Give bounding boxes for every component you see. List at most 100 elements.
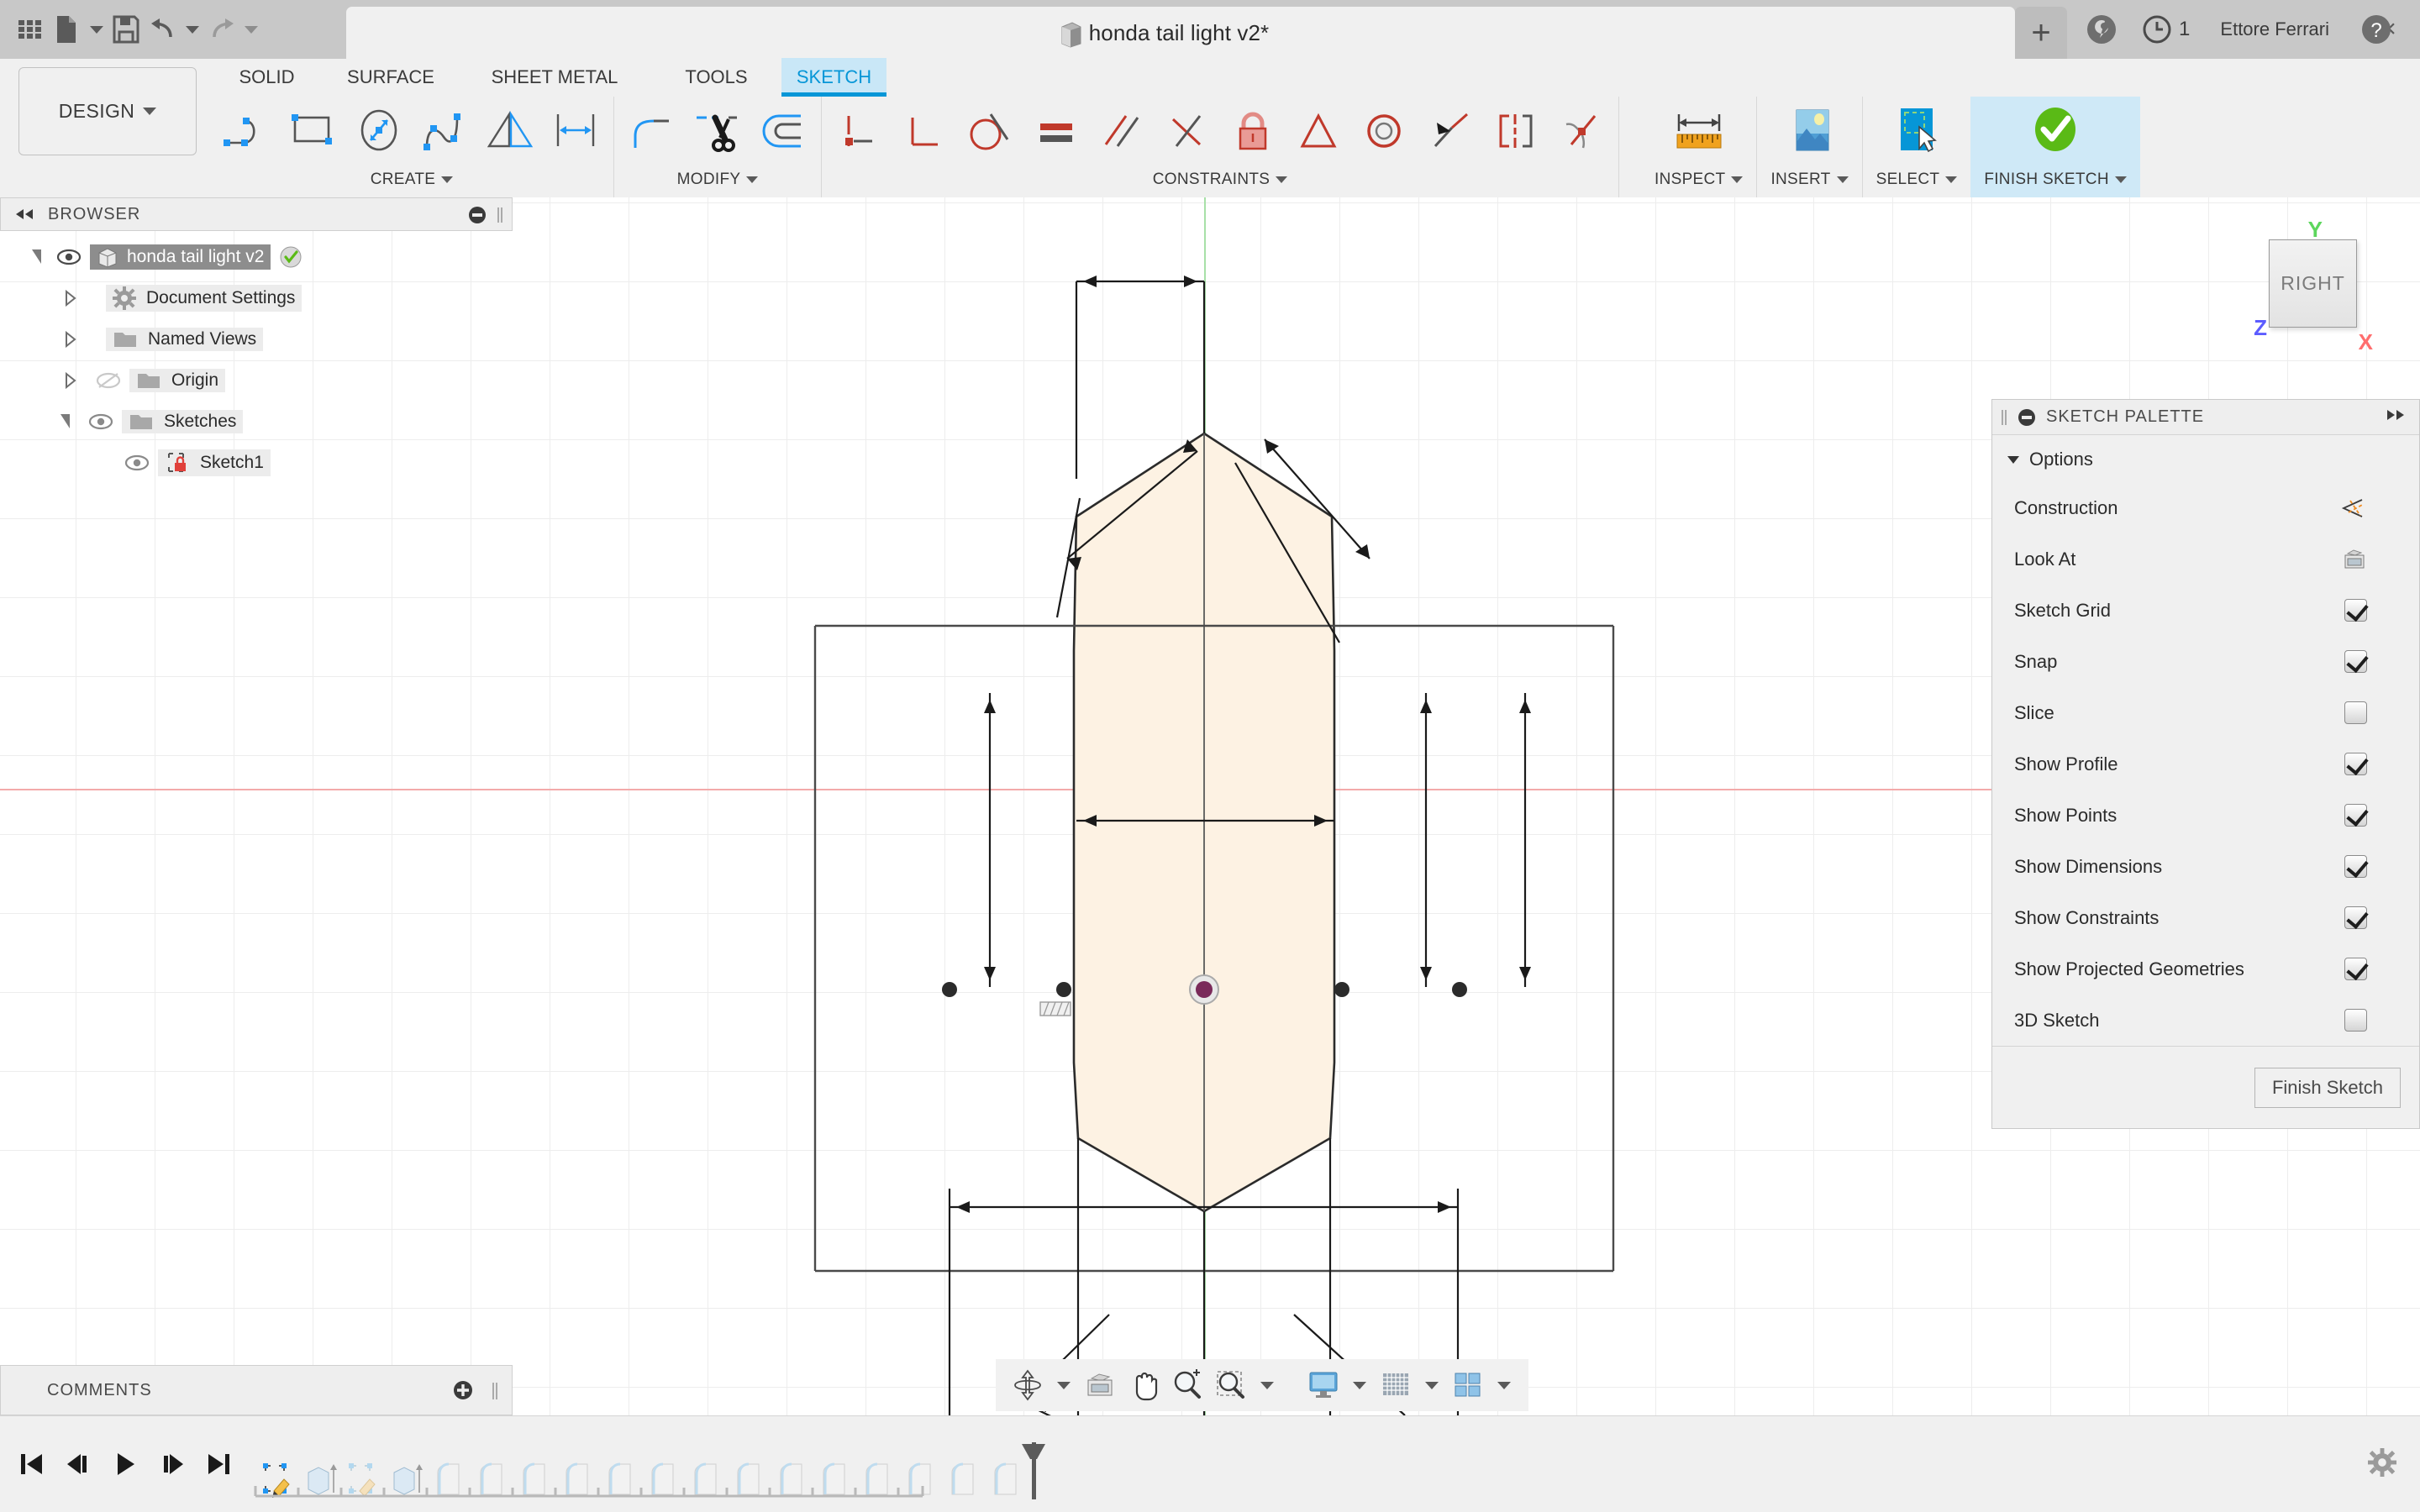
visibility-eye-icon[interactable] [56, 249, 82, 265]
timeline-item-feature[interactable] [813, 1446, 855, 1512]
timeline-item-feature[interactable] [770, 1446, 813, 1512]
panel-grip-icon[interactable] [492, 1381, 498, 1401]
concentric-icon[interactable] [1351, 97, 1417, 165]
option-show-profile[interactable]: Show Profile [1992, 738, 2419, 790]
circle-icon[interactable] [346, 97, 412, 165]
step-forward-icon[interactable] [150, 1435, 195, 1494]
expander-down-icon[interactable] [60, 414, 70, 428]
timeline-item-feature[interactable] [513, 1446, 555, 1512]
panel-constraints-label[interactable]: CONSTRAINTS [1153, 165, 1288, 194]
fix-constraint-icon[interactable] [827, 97, 892, 165]
tab-surface[interactable]: SURFACE [324, 66, 458, 97]
undo-icon[interactable] [145, 6, 182, 53]
new-tab-button[interactable]: + [2015, 7, 2067, 59]
tree-row-named-views[interactable]: Named Views [0, 318, 513, 360]
skip-start-icon[interactable] [8, 1435, 54, 1494]
perpendicular-icon[interactable] [892, 97, 958, 165]
finish-sketch-ribbon-button[interactable]: FINISH SKETCH [1970, 97, 2140, 197]
collinear-icon[interactable] [1417, 97, 1482, 165]
snap-checkbox[interactable] [2344, 650, 2367, 673]
undo-caret[interactable] [182, 6, 203, 53]
grid-snap-icon[interactable] [1374, 1359, 1418, 1411]
timeline-item-feature[interactable] [641, 1446, 684, 1512]
option-show-points[interactable]: Show Points [1992, 790, 2419, 841]
timeline-item-feature[interactable] [684, 1446, 727, 1512]
extensions-icon[interactable] [2073, 0, 2130, 59]
expand-right-icon[interactable] [2386, 409, 2407, 421]
panel-grip-icon[interactable] [2001, 408, 2007, 427]
redo-icon[interactable] [203, 6, 240, 53]
offset-icon[interactable] [750, 97, 816, 165]
option-construction[interactable]: Construction [1992, 482, 2419, 533]
curvature-icon[interactable] [1548, 97, 1613, 165]
show-profile-checkbox[interactable] [2344, 753, 2367, 775]
trim-scissors-icon[interactable] [685, 97, 750, 165]
zoom-window-caret[interactable] [1253, 1359, 1281, 1411]
pan-hand-icon[interactable] [1122, 1359, 1165, 1411]
insert-button[interactable]: INSERT [1757, 97, 1863, 197]
timeline-item-feature[interactable] [598, 1446, 641, 1512]
offset-dimension-icon[interactable] [543, 97, 608, 165]
look-at-camera-icon[interactable] [2342, 549, 2367, 570]
fillet-icon[interactable] [619, 97, 685, 165]
constraint-glyph[interactable] [1039, 1001, 1071, 1016]
symmetry-icon[interactable] [1482, 97, 1548, 165]
zoom-window-icon[interactable] [1209, 1359, 1253, 1411]
display-settings-icon[interactable] [1302, 1359, 1345, 1411]
tree-row-sketch1[interactable]: Sketch1 [0, 442, 513, 483]
equal-icon[interactable] [1023, 97, 1089, 165]
redo-caret[interactable] [240, 6, 262, 53]
timeline-item-feature[interactable] [555, 1446, 598, 1512]
save-icon[interactable] [108, 6, 145, 53]
tree-row-sketches[interactable]: Sketches [0, 401, 513, 442]
tangent-icon[interactable] [958, 97, 1023, 165]
workspace-switcher-button[interactable]: DESIGN [18, 67, 197, 155]
coincident-icon[interactable] [1286, 97, 1351, 165]
expander-right-icon[interactable] [64, 371, 77, 389]
viewports-icon[interactable] [1446, 1359, 1490, 1411]
show-dimensions-checkbox[interactable] [2344, 855, 2367, 878]
minimize-icon[interactable] [468, 206, 487, 224]
add-comment-icon[interactable] [453, 1380, 473, 1400]
show-constraints-checkbox[interactable] [2344, 906, 2367, 929]
sketch-origin-point[interactable] [1189, 974, 1219, 1005]
tree-label-honda-tail-light-v2[interactable]: honda tail light v2 [90, 244, 271, 270]
rectangle-icon[interactable] [281, 97, 346, 165]
tree-row-document-settings[interactable]: Document Settings [0, 277, 513, 318]
viewports-caret[interactable] [1490, 1359, 1518, 1411]
line-icon[interactable] [215, 97, 281, 165]
orbit-icon[interactable] [1006, 1359, 1050, 1411]
expander-right-icon[interactable] [64, 289, 77, 307]
tab-sketch[interactable]: SKETCH [781, 58, 886, 97]
skip-end-icon[interactable] [197, 1435, 242, 1494]
parallel-icon[interactable] [1089, 97, 1155, 165]
timeline-end-marker[interactable] [1022, 1441, 1045, 1499]
comments-panel[interactable]: COMMENTS [0, 1365, 513, 1415]
timeline-item-extrude[interactable] [298, 1446, 341, 1512]
slice-checkbox[interactable] [2344, 701, 2367, 724]
user-name[interactable]: Ettore Ferrari [2202, 18, 2348, 40]
panel-grip-icon[interactable] [497, 206, 503, 224]
tree-label-named-views[interactable]: Named Views [106, 327, 264, 351]
timeline-item-feature[interactable] [470, 1446, 513, 1512]
timeline-item-sketch[interactable] [341, 1446, 384, 1512]
timeline-item-sketch[interactable] [255, 1446, 298, 1512]
finish-sketch-button[interactable]: Finish Sketch [2254, 1067, 2401, 1108]
option-slice[interactable]: Slice [1992, 687, 2419, 738]
fix-lock-icon[interactable] [1220, 97, 1286, 165]
grid-snap-caret[interactable] [1418, 1359, 1446, 1411]
option-show-constraints[interactable]: Show Constraints [1992, 892, 2419, 943]
look-at-icon[interactable] [1078, 1359, 1122, 1411]
collapse-left-icon[interactable] [14, 208, 36, 220]
timeline-item-feature[interactable] [427, 1446, 470, 1512]
inspect-button[interactable]: INSPECT [1641, 97, 1758, 197]
timeline-item-feature[interactable] [941, 1446, 984, 1512]
show-points-checkbox[interactable] [2344, 804, 2367, 827]
sketch-grid-checkbox[interactable] [2344, 599, 2367, 622]
panel-modify-label[interactable]: MODIFY [677, 165, 759, 194]
help-icon[interactable]: ? [2348, 0, 2405, 59]
app-grid-icon[interactable] [12, 6, 49, 53]
mirror-icon[interactable] [477, 97, 543, 165]
options-section-header[interactable]: Options [1992, 435, 2419, 482]
tree-label-sketch1[interactable]: Sketch1 [158, 449, 271, 476]
